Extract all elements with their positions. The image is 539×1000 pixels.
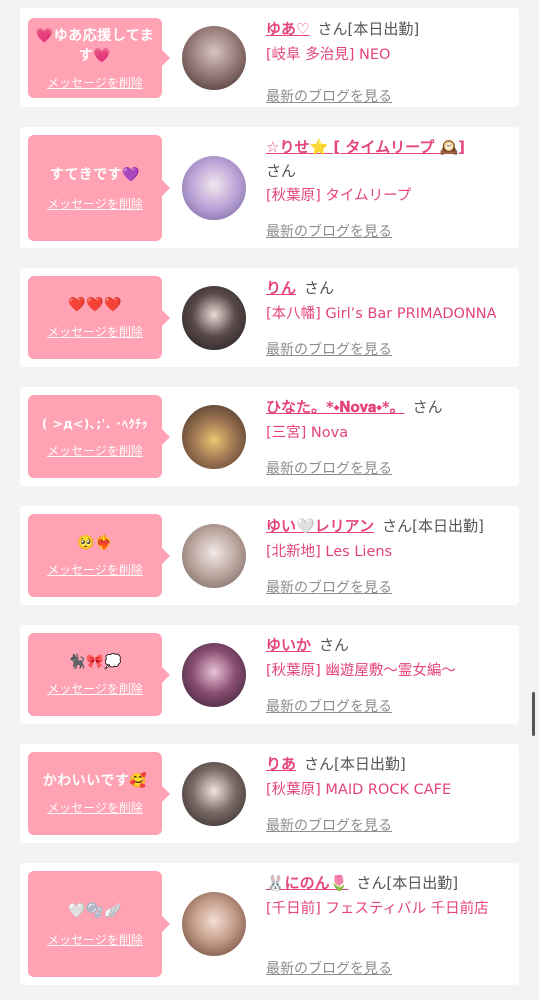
avatar[interactable] (182, 892, 246, 956)
message-card: 🥺❤️‍🔥 メッセージを削除 ゆい🤍レリアン さん[本日出勤] [北新地] Les… (20, 506, 519, 605)
cast-name-link[interactable]: ゆいか (266, 636, 311, 654)
avatar[interactable] (182, 643, 246, 707)
shop-name: [北新地] Les Liens (266, 544, 393, 560)
latest-blog-link[interactable]: 最新のブログを見る (266, 577, 392, 597)
delete-message-link[interactable]: メッセージを削除 (47, 680, 143, 697)
latest-blog-link[interactable]: 最新のブログを見る (266, 339, 392, 359)
name-line: りん さん (266, 277, 514, 299)
delete-message-link[interactable]: メッセージを削除 (47, 195, 143, 212)
message-text: 🐈‍⬛🎀💭 (68, 654, 122, 670)
message-bubble: ( >д<)､;'. ･ﾍｸﾁｯ メッセージを削除 (28, 395, 170, 478)
shop-name: [三宮] Nova (266, 425, 349, 441)
cast-name-link[interactable]: りあ (266, 755, 296, 773)
cast-name-link[interactable]: ゆあ♡ (266, 20, 309, 38)
message-text: 💗ゆあ応援してます💗 (35, 27, 155, 64)
cast-name-link[interactable]: ゆい🤍レリアン (266, 517, 374, 535)
delete-message-link[interactable]: メッセージを削除 (47, 323, 143, 340)
delete-message-link[interactable]: メッセージを削除 (47, 561, 143, 578)
message-card: ( >д<)､;'. ･ﾍｸﾁｯ メッセージを削除 ひなた。*⬩𝐍𝐨𝐯𝐚⬩*。さ… (20, 387, 519, 486)
shop-name: [本八幡] Girl’s Bar PRIMADONNA (266, 306, 497, 322)
name-line: ゆあ♡ さん[本日出勤] (266, 18, 514, 40)
honorific: さん (317, 20, 348, 38)
message-text: 🤍🫧🪽 (68, 902, 122, 919)
delete-message-link[interactable]: メッセージを削除 (47, 799, 143, 816)
work-badge: [本日出勤] (386, 874, 459, 892)
cast-name-link[interactable]: 🐰にのん🌷 (266, 874, 348, 892)
message-card: 💗ゆあ応援してます💗 メッセージを削除 ゆあ♡ さん[本日出勤] [岐阜 多治見]… (20, 8, 519, 107)
shop-name: [岐阜 多治見] NEO (266, 47, 391, 63)
message-text: ❤️❤️❤️ (68, 297, 122, 313)
message-text: ( >д<)､;'. ･ﾍｸﾁｯ (41, 417, 149, 431)
latest-blog-link[interactable]: 最新のブログを見る (266, 815, 392, 835)
delete-message-link[interactable]: メッセージを削除 (47, 931, 143, 948)
message-text: かわいいです🥰 (42, 773, 148, 789)
name-line: ゆいか さん (266, 634, 514, 656)
name-line: 🐰にのん🌷 さん[本日出勤] (266, 872, 514, 894)
scrollbar[interactable] (532, 692, 535, 736)
honorific: さん (266, 162, 297, 180)
name-line: ☆りせ⭐ [ タイムリープ 🕰️] さん (266, 135, 514, 183)
latest-blog-link[interactable]: 最新のブログを見る (266, 86, 392, 106)
message-card: ❤️❤️❤️ メッセージを削除 りん さん [本八幡] Girl’s Bar PR… (20, 268, 519, 367)
message-card: 🐈‍⬛🎀💭 メッセージを削除 ゆいか さん [秋葉原] 幽遊屋敷〜霊女編〜 最新の… (20, 625, 519, 724)
avatar[interactable] (182, 26, 246, 90)
avatar[interactable] (182, 524, 246, 588)
message-bubble: すてきです💜 メッセージを削除 (28, 135, 170, 241)
latest-blog-link[interactable]: 最新のブログを見る (266, 458, 392, 478)
message-card: すてきです💜 メッセージを削除 ☆りせ⭐ [ タイムリープ 🕰️] さん [秋葉原… (20, 127, 519, 248)
shop-name: [秋葉原] タイムリープ (266, 188, 412, 204)
cast-name-link[interactable]: ひなた。*⬩𝐍𝐨𝐯𝐚⬩*。 (266, 398, 405, 416)
message-text: すてきです💜 (49, 166, 141, 183)
honorific: さん (304, 755, 335, 773)
delete-message-link[interactable]: メッセージを削除 (47, 74, 143, 91)
honorific: さん (382, 517, 413, 535)
work-badge: [本日出勤] (347, 20, 420, 38)
honorific: さん (304, 279, 335, 297)
message-bubble: 🤍🫧🪽 メッセージを削除 (28, 871, 170, 977)
message-bubble: 🥺❤️‍🔥 メッセージを削除 (28, 514, 170, 597)
message-bubble: 💗ゆあ応援してます💗 メッセージを削除 (28, 18, 170, 98)
avatar[interactable] (182, 286, 246, 350)
name-line: ゆい🤍レリアン さん[本日出勤] (266, 515, 514, 537)
honorific: さん (356, 874, 387, 892)
latest-blog-link[interactable]: 最新のブログを見る (266, 221, 392, 241)
shop-name: [秋葉原] 幽遊屋敷〜霊女編〜 (266, 663, 456, 679)
work-badge: [本日出勤] (334, 755, 406, 773)
honorific: さん (319, 636, 350, 654)
message-card: かわいいです🥰 メッセージを削除 りあ さん[本日出勤] [秋葉原] MAID R… (20, 744, 519, 843)
shop-name: [秋葉原] MAID ROCK CAFE (266, 782, 452, 798)
avatar[interactable] (182, 156, 246, 220)
message-text: 🥺❤️‍🔥 (77, 535, 113, 551)
name-line: ひなた。*⬩𝐍𝐨𝐯𝐚⬩*。 さん (266, 396, 514, 418)
cast-name-link[interactable]: りん (266, 279, 296, 297)
honorific: さん (412, 398, 443, 416)
message-card: 🤍🫧🪽 メッセージを削除 🐰にのん🌷 さん[本日出勤] [千日前] フェスティバル… (20, 863, 519, 985)
latest-blog-link[interactable]: 最新のブログを見る (266, 696, 392, 716)
message-bubble: 🐈‍⬛🎀💭 メッセージを削除 (28, 633, 170, 716)
avatar[interactable] (182, 405, 246, 469)
cast-name-link[interactable]: ☆りせ⭐ [ タイムリープ 🕰️] (266, 138, 465, 156)
shop-name: [千日前] フェスティバル 千日前店 (266, 901, 489, 917)
latest-blog-link[interactable]: 最新のブログを見る (266, 958, 392, 978)
avatar[interactable] (182, 762, 246, 826)
message-bubble: かわいいです🥰 メッセージを削除 (28, 752, 170, 835)
message-bubble: ❤️❤️❤️ メッセージを削除 (28, 276, 170, 359)
delete-message-link[interactable]: メッセージを削除 (47, 442, 143, 459)
work-badge: [本日出勤] (412, 517, 484, 535)
name-line: りあ さん[本日出勤] (266, 753, 514, 775)
